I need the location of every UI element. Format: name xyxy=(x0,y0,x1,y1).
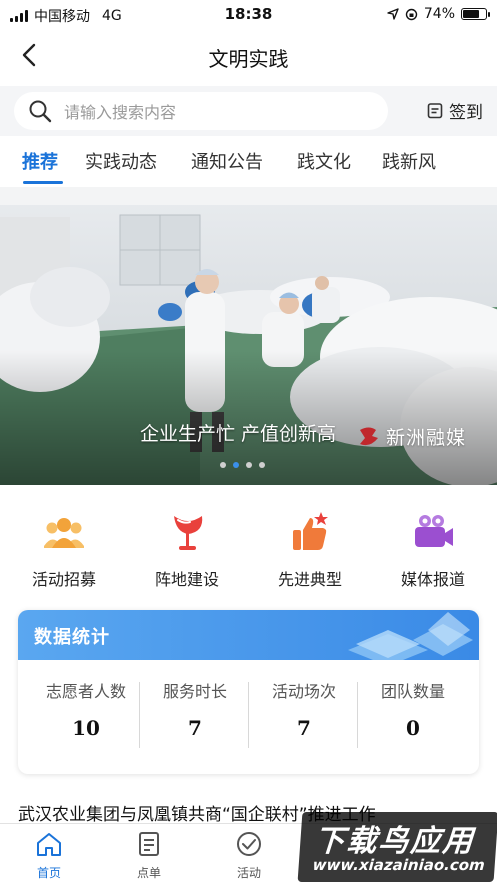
tab-new-customs[interactable]: 践新风 xyxy=(382,148,436,174)
quick-action-label: 先进典型 xyxy=(277,570,342,589)
tab-recommend[interactable]: 推荐 xyxy=(22,148,58,174)
carousel-dots xyxy=(220,462,265,468)
page-title: 文明实践 xyxy=(208,47,289,71)
checkin-label: 签到 xyxy=(449,103,483,123)
search-icon xyxy=(29,100,52,123)
stat-label: 服务时长 xyxy=(162,682,227,701)
media-logo-icon xyxy=(360,427,378,445)
quick-action-recruit[interactable]: 活动招募 xyxy=(9,506,119,590)
quick-actions: 活动招募 阵地建设 先进典型 媒体报道 xyxy=(0,506,497,594)
status-right: 74% xyxy=(387,6,490,22)
tab-notices[interactable]: 通知公告 xyxy=(191,148,263,174)
carousel-dot[interactable] xyxy=(220,462,226,468)
bottom-tab-label: 首页 xyxy=(36,866,61,880)
tab-practice-news[interactable]: 实践动态 xyxy=(85,148,157,174)
flag-icon xyxy=(174,516,203,550)
site-watermark-text: 下载鸟应用 xyxy=(313,824,476,859)
order-icon xyxy=(139,832,159,856)
stat-teams: 团队数量 0 xyxy=(357,678,469,740)
stat-volunteers: 志愿者人数 10 xyxy=(30,678,142,740)
search-input[interactable]: 请输入搜索内容 xyxy=(14,92,388,130)
check-circle-icon xyxy=(237,832,261,856)
status-bar: 中国移动 4G 18:38 74% xyxy=(0,0,497,28)
quick-action-models[interactable]: 先进典型 xyxy=(255,506,365,590)
watermark-text: 新洲融媒 xyxy=(386,427,467,449)
nav-bar: 文明实践 xyxy=(0,28,497,84)
carousel-dot[interactable] xyxy=(233,462,239,468)
stat-value: 7 xyxy=(297,716,311,740)
battery-percent: 74% xyxy=(423,6,455,22)
bottom-tab-label: 活动 xyxy=(236,866,261,880)
quick-action-label: 活动招募 xyxy=(31,570,96,589)
stat-label: 活动场次 xyxy=(271,682,336,701)
carousel-dot[interactable] xyxy=(259,462,265,468)
stats-card: 数据统计 志愿者人数 10 服务时长 7 活动场次 7 团队数量 0 xyxy=(18,610,479,774)
people-icon xyxy=(44,518,84,548)
stats-header: 数据统计 xyxy=(18,610,479,660)
site-watermark: 下载鸟应用 www.xiazainiao.com xyxy=(297,812,497,882)
stat-value: 10 xyxy=(72,716,100,740)
tab-indicator xyxy=(23,181,63,184)
stat-value: 0 xyxy=(406,716,420,740)
quick-action-base[interactable]: 阵地建设 xyxy=(132,506,242,590)
stat-value: 7 xyxy=(188,716,202,740)
stat-service-hours: 服务时长 7 xyxy=(139,678,251,740)
carousel-dot[interactable] xyxy=(246,462,252,468)
bottom-tab-order[interactable]: 点单 xyxy=(114,830,184,881)
search-row: 请输入搜索内容 签到 xyxy=(0,86,497,136)
banner-carousel[interactable]: 企业生产忙 产值创新高 新洲融媒 xyxy=(0,187,497,485)
bottom-tab-home[interactable]: 首页 xyxy=(14,830,84,881)
location-arrow-icon xyxy=(387,8,399,20)
quick-action-label: 阵地建设 xyxy=(154,570,219,589)
battery-icon xyxy=(461,8,490,20)
bottom-tab-activity[interactable]: 活动 xyxy=(214,830,284,881)
stat-activities: 活动场次 7 xyxy=(248,678,360,740)
bottom-tab-label: 点单 xyxy=(136,866,161,880)
quick-action-label: 媒体报道 xyxy=(400,570,465,589)
orientation-lock-icon xyxy=(405,8,418,20)
thumbs-up-icon xyxy=(293,512,328,550)
media-watermark: 新洲融媒 xyxy=(356,423,466,450)
category-tabs: 推荐 实践动态 通知公告 践文化 践新风 xyxy=(0,138,497,186)
stat-label: 志愿者人数 xyxy=(45,682,126,701)
tab-culture[interactable]: 践文化 xyxy=(297,148,351,174)
stat-label: 团队数量 xyxy=(380,682,445,701)
video-camera-icon xyxy=(415,515,453,547)
checkin-icon xyxy=(427,103,443,119)
site-watermark-url: www.xiazainiao.com xyxy=(312,856,486,874)
search-placeholder: 请输入搜索内容 xyxy=(64,103,177,122)
quick-action-media[interactable]: 媒体报道 xyxy=(378,506,488,590)
stats-title: 数据统计 xyxy=(34,627,110,648)
home-icon xyxy=(37,833,61,856)
banner-caption: 企业生产忙 产值创新高 xyxy=(140,423,337,445)
checkin-button[interactable]: 签到 xyxy=(427,98,483,123)
